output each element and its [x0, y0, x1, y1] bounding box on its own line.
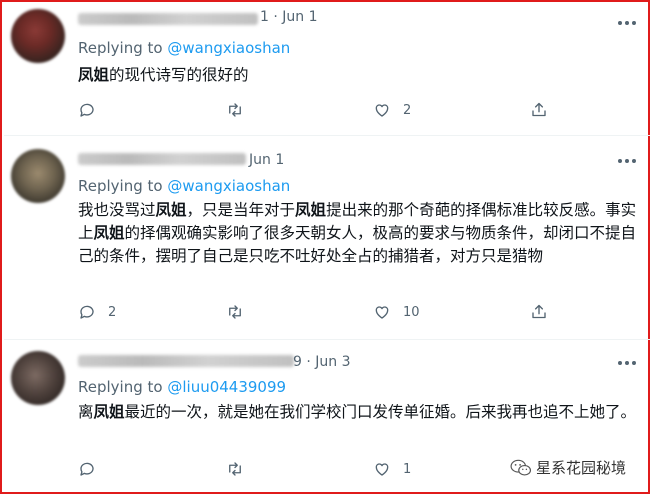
more-icon[interactable]	[618, 158, 636, 164]
like-icon	[375, 306, 389, 319]
replying-to: Replying to @liuu04439099	[78, 378, 286, 396]
like-count: 1	[403, 461, 412, 477]
highlighted-keyword: 凤姐	[93, 403, 125, 421]
avatar[interactable]	[11, 9, 65, 63]
retweet-button[interactable]	[225, 460, 257, 478]
watermark-text: 星系花园秘境	[536, 459, 627, 477]
reply-button[interactable]	[78, 101, 108, 119]
like-count: 2	[403, 102, 412, 118]
blurred-username[interactable]	[78, 355, 294, 367]
reply-icon	[80, 103, 94, 117]
text-segment: 我也没骂过	[78, 201, 156, 219]
text-segment: 的择偶观确实影响了很多天朝女人，极高的要求与物质条件，却闭口不提自己的条件，摆明…	[78, 224, 637, 265]
replying-label: Replying to	[78, 378, 163, 396]
text-segment: ，只是当年对于	[186, 201, 296, 219]
tweet-date[interactable]: 9 · Jun 3	[293, 354, 351, 370]
highlighted-keyword: 凤姐	[93, 224, 125, 242]
retweet-button[interactable]	[225, 101, 257, 119]
replying-label: Replying to	[78, 39, 163, 57]
screenshot-frame: 1 · Jun 1 Replying to @wangxiaoshan 凤姐的现…	[0, 0, 650, 494]
watermark: 星系花园秘境	[510, 457, 626, 478]
mention-link[interactable]: @wangxiaoshan	[167, 39, 290, 57]
like-icon	[375, 463, 389, 476]
avatar[interactable]	[11, 149, 65, 203]
tweet-text: 我也没骂过凤姐，只是当年对于凤姐提出来的那个奇葩的择偶标准比较反感。事实上凤姐的…	[78, 199, 644, 268]
like-icon	[375, 104, 389, 117]
tweet-text: 离凤姐最近的一次，就是她在我们学校门口发传单征婚。后来我再也追不上她了。	[78, 401, 644, 424]
like-button[interactable]: 1	[373, 460, 411, 478]
share-icon	[532, 304, 546, 319]
tweet-text: 凤姐的现代诗写的很好的	[78, 64, 644, 87]
reply-count: 2	[108, 304, 117, 320]
tweet-reply-1[interactable]: 1 · Jun 1 Replying to @wangxiaoshan 凤姐的现…	[4, 2, 650, 126]
tweet-date[interactable]: Jun 1	[249, 152, 284, 168]
blurred-username[interactable]	[78, 13, 258, 25]
mention-link[interactable]: @liuu04439099	[167, 378, 286, 396]
avatar[interactable]	[11, 351, 65, 405]
like-count: 10	[403, 304, 420, 320]
blurred-username[interactable]	[78, 153, 246, 165]
retweet-button[interactable]	[225, 303, 257, 321]
highlighted-keyword: 凤姐	[78, 66, 110, 84]
highlighted-keyword: 凤姐	[155, 201, 187, 219]
reply-button[interactable]	[78, 460, 108, 478]
highlighted-keyword: 凤姐	[295, 201, 327, 219]
tweet-date[interactable]: 1 · Jun 1	[260, 9, 318, 25]
mention-link[interactable]: @wangxiaoshan	[167, 177, 290, 195]
tweet-reply-2[interactable]: Jun 1 Replying to @wangxiaoshan 我也没骂过凤姐，…	[4, 142, 650, 332]
share-button[interactable]	[530, 100, 548, 119]
retweet-icon	[229, 462, 241, 476]
more-icon[interactable]	[618, 360, 636, 366]
like-button[interactable]: 2	[373, 101, 411, 119]
tweet-divider	[4, 135, 650, 136]
reply-icon	[80, 462, 94, 476]
reply-icon	[80, 305, 94, 319]
text-segment: 离	[78, 403, 94, 421]
replying-to: Replying to @wangxiaoshan	[78, 39, 290, 57]
retweet-icon	[229, 305, 241, 319]
like-button[interactable]: 10	[373, 303, 420, 321]
replying-to: Replying to @wangxiaoshan	[78, 177, 290, 195]
wechat-logo-icon	[510, 459, 532, 476]
text-segment: 的现代诗写的很好的	[109, 66, 249, 84]
replying-label: Replying to	[78, 177, 163, 195]
share-icon	[532, 102, 546, 117]
text-segment: 最近的一次，就是她在我们学校门口发传单征婚。后来我再也追不上她了。	[124, 403, 637, 421]
tweet-divider	[4, 339, 650, 340]
reply-button[interactable]: 2	[78, 303, 116, 321]
more-icon[interactable]	[618, 20, 636, 26]
share-button[interactable]	[530, 302, 548, 321]
retweet-icon	[229, 103, 241, 117]
